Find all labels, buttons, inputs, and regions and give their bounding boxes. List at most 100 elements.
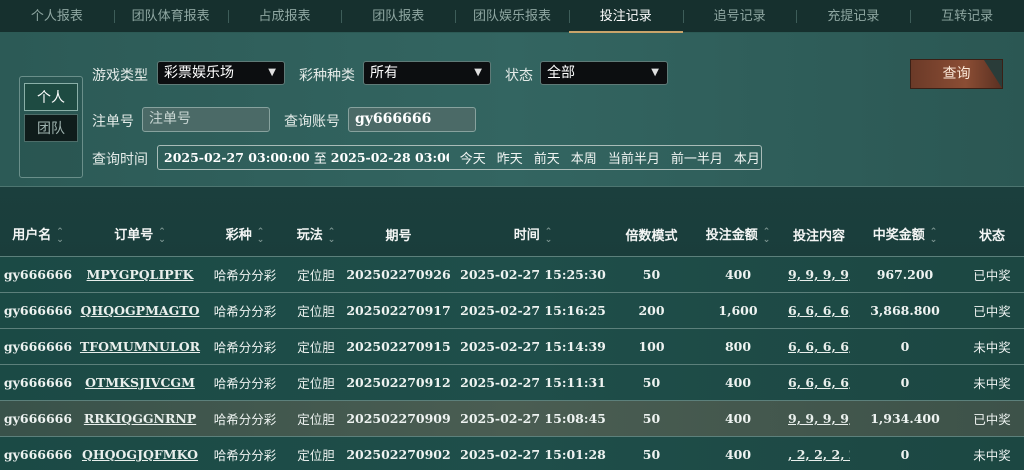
quick-yesterday[interactable]: 昨天 xyxy=(497,148,523,167)
search-button[interactable]: 查询 xyxy=(910,59,1003,89)
tab-transfer-records[interactable]: 互转记录 xyxy=(910,0,1024,33)
query-account-label: 查询账号 xyxy=(284,114,340,130)
cell-multiplier: 50 xyxy=(642,375,661,390)
cell-win-amount: 967.200 xyxy=(876,267,934,282)
cell-order-link[interactable]: RRKIQGGNRNP xyxy=(76,411,204,426)
tab-team-report[interactable]: 团队报表 xyxy=(341,0,455,33)
quick-this-week[interactable]: 本周 xyxy=(571,148,597,167)
cell-order-link[interactable]: QHQOGPMAGTO xyxy=(76,303,204,318)
cell-lottery: 哈希分分彩 xyxy=(213,376,277,391)
table-row: gy666666 QHQOGJQFMKO 哈希分分彩 定位胆 202502270… xyxy=(0,436,1024,470)
column-label: 彩种 xyxy=(225,228,252,244)
sort-icon[interactable]: ⌃ ⌄ xyxy=(158,227,166,244)
cell-issue: 202502270915 xyxy=(346,339,451,354)
cell-lottery: 哈希分分彩 xyxy=(213,448,277,463)
cell-play: 定位胆 xyxy=(297,340,335,355)
cell-order-link[interactable]: MPYGPQLIPFK xyxy=(76,267,204,282)
cell-order-link[interactable]: TFOMUMNULOR xyxy=(76,339,204,354)
game-type-label: 游戏类型 xyxy=(92,68,148,84)
sort-icon[interactable]: ⌃ ⌄ xyxy=(257,227,265,244)
cell-bet-amount: 400 xyxy=(724,411,752,426)
lottery-kind-value: 所有 xyxy=(370,65,398,81)
cell-order-link[interactable]: OTMKSJIVCGM xyxy=(76,375,204,390)
cell-bet-content-link[interactable]: 6, 6, 6, 6, xyxy=(788,303,850,318)
sort-icon[interactable]: ⌃ ⌄ xyxy=(763,227,771,244)
column-header-bet-content: 投注内容 xyxy=(788,225,850,244)
filter-panel: 个人 团队 游戏类型 彩票娱乐场 ▼ 彩种种类 所有 ▼ 状态 全部 ▼ 查询 … xyxy=(0,33,1024,187)
game-type-select[interactable]: 彩票娱乐场 ▼ xyxy=(157,61,285,85)
date-range-picker[interactable]: 2025-02-27 03:00:00 至 2025-02-28 03:00:0… xyxy=(157,145,762,170)
column-header-time[interactable]: 时间 ⌃ ⌄ xyxy=(451,224,615,244)
cell-issue: 202502270902 xyxy=(346,447,451,462)
column-label: 投注金额 xyxy=(705,228,758,244)
column-label: 中奖金额 xyxy=(872,228,925,244)
quick-day-before[interactable]: 前天 xyxy=(534,148,560,167)
cell-lottery: 哈希分分彩 xyxy=(213,268,277,283)
cell-multiplier: 50 xyxy=(642,267,661,282)
cell-time: 2025-02-27 15:01:28 xyxy=(460,447,606,462)
cell-username: gy666666 xyxy=(3,447,73,462)
cell-status: 未中奖 xyxy=(973,340,1011,355)
cell-time: 2025-02-27 15:08:45 xyxy=(460,411,606,426)
column-label: 玩法 xyxy=(296,228,323,244)
table-row: gy666666 RRKIQGGNRNP 哈希分分彩 定位胆 202502270… xyxy=(0,400,1024,436)
chevron-down-icon: ▼ xyxy=(651,67,659,78)
tab-team-sports-report[interactable]: 团队体育报表 xyxy=(113,0,228,33)
sort-icon[interactable]: ⌃ ⌄ xyxy=(545,227,553,244)
tab-bet-records[interactable]: 投注记录 xyxy=(568,0,683,33)
cell-status: 未中奖 xyxy=(973,376,1011,391)
quick-current-half-month[interactable]: 当前半月 xyxy=(608,148,660,167)
cell-win-amount: 0 xyxy=(900,339,910,354)
column-header-win-amount[interactable]: 中奖金额 ⌃ ⌄ xyxy=(850,224,960,244)
cell-bet-content-link[interactable]: 9, 9, 9, 9, xyxy=(788,411,850,426)
tab-team-entertainment-report[interactable]: 团队娱乐报表 xyxy=(455,0,569,33)
quick-today[interactable]: 今天 xyxy=(460,148,486,167)
cell-status: 未中奖 xyxy=(973,448,1011,463)
status-select[interactable]: 全部 ▼ xyxy=(540,61,668,85)
cell-play: 定位胆 xyxy=(297,268,335,283)
table-row: gy666666 QHQOGPMAGTO 哈希分分彩 定位胆 202502270… xyxy=(0,292,1024,328)
cell-lottery: 哈希分分彩 xyxy=(213,304,277,319)
date-to[interactable]: 2025-02-28 03:00:00 xyxy=(331,150,449,165)
table-row: gy666666 MPYGPQLIPFK 哈希分分彩 定位胆 202502270… xyxy=(0,256,1024,292)
sort-icon[interactable]: ⌃ ⌄ xyxy=(328,227,336,244)
tab-personal-report[interactable]: 个人报表 xyxy=(0,0,114,33)
cell-bet-amount: 400 xyxy=(724,375,752,390)
cell-username: gy666666 xyxy=(3,411,73,426)
quick-this-month[interactable]: 本月 xyxy=(734,148,760,167)
cell-bet-amount: 400 xyxy=(724,447,752,462)
column-header-bet-amount[interactable]: 投注金额 ⌃ ⌄ xyxy=(688,224,788,244)
cell-multiplier: 200 xyxy=(638,303,665,318)
tab-share-report[interactable]: 占成报表 xyxy=(227,0,342,33)
cell-time: 2025-02-27 15:14:39 xyxy=(460,339,606,354)
query-account-input[interactable]: gy666666 xyxy=(348,107,476,132)
order-number-input[interactable]: 注单号 xyxy=(142,107,270,132)
tab-deposit-withdraw-records[interactable]: 充提记录 xyxy=(796,0,910,33)
date-from[interactable]: 2025-02-27 03:00:00 xyxy=(164,150,310,165)
column-header-username[interactable]: 用户名 ⌃ ⌄ xyxy=(0,224,76,244)
cell-play: 定位胆 xyxy=(297,304,335,319)
cell-bet-content-link[interactable]: 6, 6, 6, 6, xyxy=(788,375,850,390)
query-time-label: 查询时间 xyxy=(92,152,148,168)
cell-order-link[interactable]: QHQOGJQFMKO xyxy=(76,447,204,462)
sort-icon[interactable]: ⌃ ⌄ xyxy=(56,227,64,244)
cell-time: 2025-02-27 15:11:31 xyxy=(460,375,606,390)
lottery-kind-select[interactable]: 所有 ▼ xyxy=(363,61,491,85)
sort-icon[interactable]: ⌃ ⌄ xyxy=(930,227,938,244)
cell-multiplier: 50 xyxy=(642,411,661,426)
cell-win-amount: 0 xyxy=(900,447,910,462)
column-header-play[interactable]: 玩法 ⌃ ⌄ xyxy=(286,224,346,244)
game-type-value: 彩票娱乐场 xyxy=(164,65,234,81)
cell-bet-content-link[interactable]: 9, 9, 9, 9, xyxy=(788,267,850,282)
quick-previous-half-month[interactable]: 前一半月 xyxy=(671,148,723,167)
chevron-down-icon: ▼ xyxy=(474,67,482,78)
cell-play: 定位胆 xyxy=(297,412,335,427)
cell-bet-content-link[interactable]: , 2, 2, 2, 2 xyxy=(788,447,850,462)
column-header-order[interactable]: 订单号 ⌃ ⌄ xyxy=(76,224,204,244)
column-label: 用户名 xyxy=(12,228,52,244)
scope-team-button[interactable]: 团队 xyxy=(24,114,78,142)
column-header-lottery[interactable]: 彩种 ⌃ ⌄ xyxy=(204,224,286,244)
cell-bet-content-link[interactable]: 6, 6, 6, 6, xyxy=(788,339,850,354)
scope-personal-button[interactable]: 个人 xyxy=(24,83,78,111)
tab-chase-records[interactable]: 追号记录 xyxy=(682,0,797,33)
